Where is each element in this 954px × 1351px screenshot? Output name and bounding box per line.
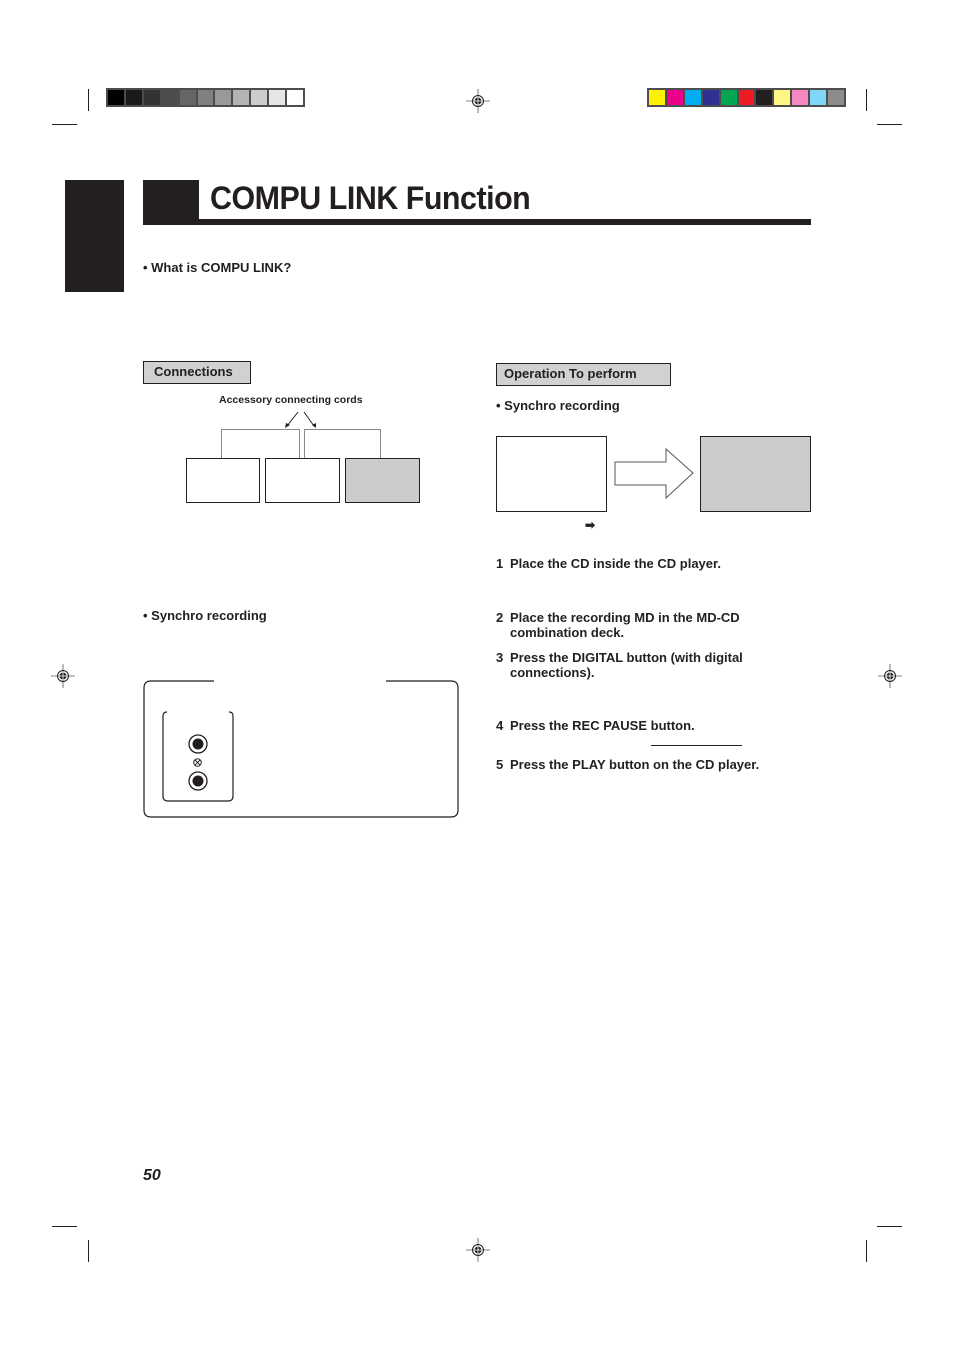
calibration-swatch (738, 90, 755, 105)
calibration-swatch (756, 90, 773, 105)
synchro-heading-right: • Synchro recording (496, 398, 620, 413)
operation-label: Operation To perform (496, 363, 671, 386)
cord-arrows (285, 411, 316, 428)
step-arrow-icon: ➡ (585, 518, 596, 532)
calibration-swatch (197, 90, 214, 105)
device-box-2 (265, 458, 340, 503)
flow-arrow-icon (614, 448, 694, 500)
calibration-swatch (828, 90, 844, 105)
crop-mark (88, 89, 89, 111)
cd-player-box (496, 436, 607, 512)
step-5: 5 Press the PLAY button on the CD player. (496, 757, 760, 772)
crop-mark (877, 1226, 902, 1227)
crop-mark (52, 1226, 77, 1227)
registration-target-icon (466, 1238, 490, 1262)
connecting-cord-right (304, 429, 381, 459)
crop-mark (866, 1240, 867, 1262)
calibration-swatch (720, 90, 737, 105)
grayscale-calibration-bar (106, 88, 305, 107)
calibration-swatch (287, 90, 303, 105)
jack-top-icon (188, 734, 208, 754)
step-3: 3 Press the DIGITAL button (with digital … (496, 650, 743, 680)
intro-question: • What is COMPU LINK? (143, 260, 292, 275)
page-title: COMPU LINK Function (210, 180, 531, 216)
calibration-swatch (810, 90, 827, 105)
section-side-tab (65, 180, 124, 292)
calibration-swatch (649, 90, 665, 105)
calibration-swatch (666, 90, 683, 105)
crop-mark (88, 1240, 89, 1262)
registration-target-icon (51, 664, 75, 688)
title-rule (143, 219, 811, 225)
cords-caption: Accessory connecting cords (219, 394, 363, 406)
ground-screw-icon (193, 758, 202, 767)
crop-mark (52, 124, 77, 125)
synchro-heading-left: • Synchro recording (143, 608, 267, 623)
calibration-swatch (233, 90, 250, 105)
calibration-swatch (179, 90, 196, 105)
device-box-3 (345, 458, 420, 503)
crop-mark (877, 124, 902, 125)
crop-mark (866, 89, 867, 111)
calibration-swatch (269, 90, 286, 105)
registration-target-icon (878, 664, 902, 688)
page-number: 50 (143, 1167, 161, 1184)
md-deck-box (700, 436, 811, 512)
connections-label: Connections (143, 361, 251, 384)
device-box-1 (186, 458, 260, 503)
calibration-swatch (251, 90, 268, 105)
step-1: 1 Place the CD inside the CD player. (496, 556, 721, 571)
color-calibration-bar (647, 88, 846, 107)
step-4: 4 Press the REC PAUSE button. (496, 718, 695, 733)
calibration-swatch (125, 90, 142, 105)
calibration-swatch (143, 90, 160, 105)
calibration-swatch (702, 90, 719, 105)
jack-bottom-icon (188, 771, 208, 791)
step-2: 2 Place the recording MD in the MD-CD com… (496, 610, 740, 640)
calibration-swatch (774, 90, 791, 105)
registration-target-icon (466, 89, 490, 113)
underline-rule (651, 745, 742, 746)
calibration-swatch (108, 90, 124, 105)
calibration-swatch (792, 90, 809, 105)
calibration-swatch (684, 90, 701, 105)
connecting-cord-left (221, 429, 300, 459)
calibration-swatch (215, 90, 232, 105)
calibration-swatch (161, 90, 178, 105)
